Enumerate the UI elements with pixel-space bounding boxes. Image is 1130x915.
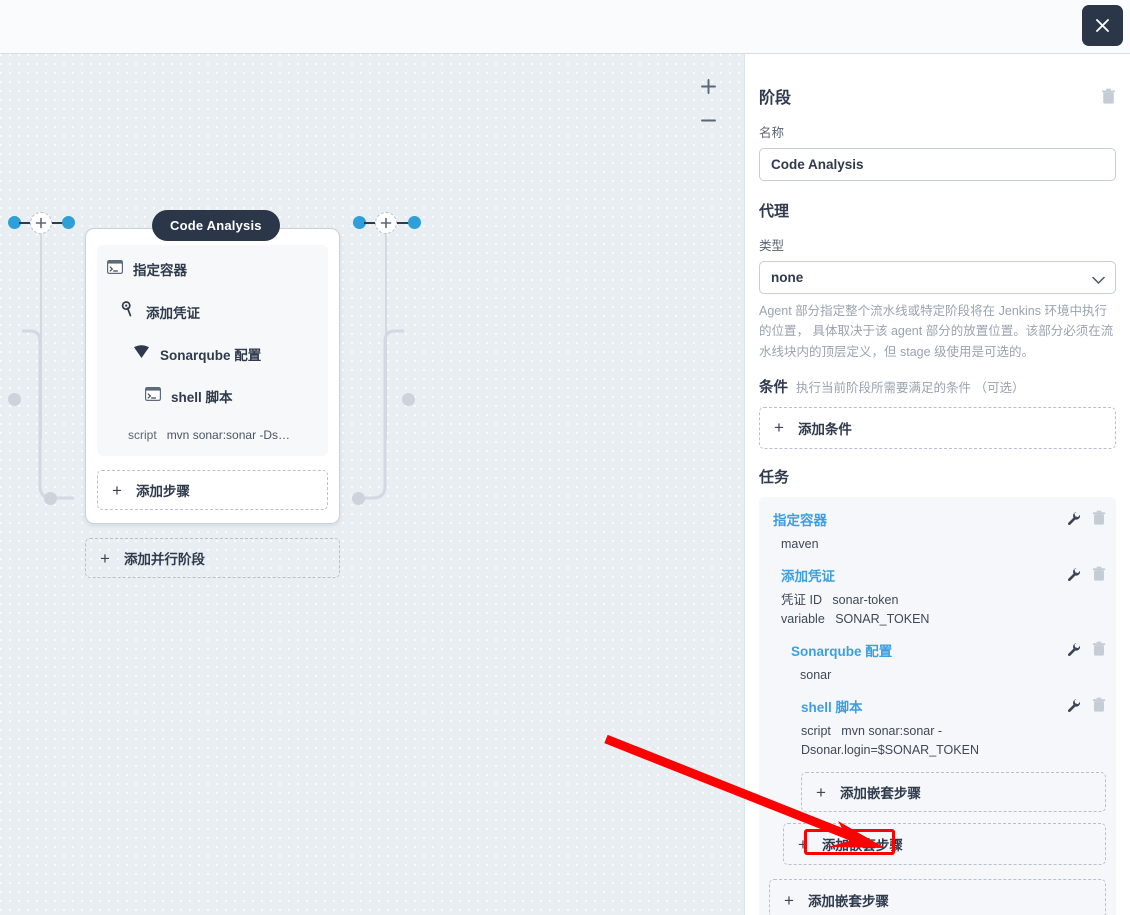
sonarqube-icon: [133, 344, 150, 364]
task-name-link[interactable]: 添加凭证: [781, 565, 835, 585]
parallel-dot-left[interactable]: [44, 492, 57, 505]
plus-icon: +: [784, 890, 794, 910]
plus-icon: +: [774, 418, 784, 438]
script-key: script: [128, 428, 157, 442]
parallel-dot-right[interactable]: [352, 492, 365, 505]
task-row: Sonarqube 配置 sonar: [773, 640, 1106, 685]
terminal-icon: [145, 386, 162, 406]
task-value-text: sonar-token: [832, 592, 899, 607]
top-bar: [0, 0, 1130, 54]
task-value-text: sonar: [800, 668, 832, 682]
step-script-line: script mvn sonar:sonar -Ds…: [107, 428, 318, 442]
trash-icon[interactable]: [1092, 566, 1106, 582]
task-name-link[interactable]: shell 脚本: [801, 696, 863, 716]
panel-header: 阶段: [759, 84, 1116, 108]
close-icon: [1094, 17, 1111, 34]
task-name-link[interactable]: 指定容器: [773, 509, 827, 529]
wrench-icon[interactable]: [1067, 642, 1081, 656]
key-icon: [121, 301, 136, 322]
type-field-label: 类型: [759, 239, 785, 253]
step-label: 指定容器: [133, 263, 187, 278]
stage-title-badge[interactable]: Code Analysis: [152, 210, 280, 241]
name-field-label: 名称: [759, 126, 785, 140]
task-actions: [1067, 640, 1106, 657]
task-value-key: 凭证 ID: [781, 592, 822, 607]
add-nested-step-label: 添加嵌套步骤: [839, 786, 921, 802]
branch-dot-right[interactable]: [402, 393, 415, 406]
delete-stage-button[interactable]: [1101, 88, 1116, 105]
wrench-icon[interactable]: [1067, 698, 1081, 712]
agent-help-text: Agent 部分指定整个流水线或特定阶段将在 Jenkins 环境中执行的位置，…: [759, 304, 1114, 359]
stage-card[interactable]: 指定容器 添加凭证 Sonarqube 配置 shell 脚本 script m…: [85, 228, 340, 524]
branch-dot-left[interactable]: [8, 393, 21, 406]
agent-type-value: none: [771, 270, 804, 285]
tasks-section-title: 任务: [759, 468, 790, 486]
close-button[interactable]: [1082, 5, 1123, 46]
wrench-icon[interactable]: [1067, 567, 1081, 581]
add-nested-step-button-level3[interactable]: + 添加嵌套步骤: [801, 772, 1106, 813]
trash-icon[interactable]: [1092, 510, 1106, 526]
step-item-container[interactable]: 指定容器: [107, 259, 318, 279]
step-item-sonarqube[interactable]: Sonarqube 配置: [107, 344, 318, 364]
tasks-list: 指定容器 maven 添加凭证 凭证 ID sonar-token variab…: [759, 496, 1116, 915]
add-parallel-stage-button[interactable]: + 添加并行阶段: [85, 538, 340, 578]
task-value-text: SONAR_TOKEN: [835, 612, 930, 627]
add-nested-step-label: 添加嵌套步骤: [807, 894, 889, 910]
script-value: mvn sonar:sonar -Ds…: [166, 428, 291, 442]
plus-icon: +: [816, 782, 826, 802]
condition-title: 条件: [759, 379, 788, 396]
step-label: Sonarqube 配置: [160, 348, 262, 363]
add-parallel-stage-label: 添加并行阶段: [123, 552, 205, 567]
stage-steps-list: 指定容器 添加凭证 Sonarqube 配置 shell 脚本 script m…: [97, 245, 328, 456]
agent-type-select[interactable]: none: [759, 261, 1116, 294]
condition-hint: 执行当前阶段所需要满足的条件 （可选）: [796, 380, 1025, 395]
task-header: 指定容器: [773, 509, 1106, 529]
task-row: 添加凭证 凭证 ID sonar-token variable SONAR_TO…: [773, 565, 1106, 630]
add-step-button-canvas[interactable]: + 添加步骤: [97, 470, 328, 510]
task-header: 添加凭证: [781, 565, 1106, 585]
task-value-text: maven: [781, 536, 819, 551]
task-name-link[interactable]: Sonarqube 配置: [791, 640, 892, 660]
panel-title: 阶段: [759, 90, 792, 107]
plus-icon: +: [100, 548, 110, 568]
pipeline-canvas[interactable]: Code Analysis 指定容器 添加凭证 Sonarqube 配置 she…: [0, 54, 744, 915]
task-value: script mvn sonar:sonar -Dsonar.login=$SO…: [801, 722, 1106, 760]
stage-name-input[interactable]: [759, 148, 1116, 181]
add-nested-step-button-level2[interactable]: + 添加嵌套步骤: [783, 823, 1106, 866]
task-actions: [1067, 509, 1106, 526]
agent-section-title: 代理: [759, 203, 790, 220]
plus-icon: +: [798, 834, 808, 854]
task-row: shell 脚本 script mvn sonar:sonar -Dsonar.…: [773, 696, 1106, 813]
terminal-icon: [107, 259, 124, 279]
agent-type-select-wrapper: none: [759, 261, 1116, 294]
task-value: sonar: [791, 666, 1106, 685]
task-value-key: script: [801, 723, 831, 738]
trash-icon[interactable]: [1092, 641, 1106, 657]
task-actions: [1067, 696, 1106, 713]
trash-icon[interactable]: [1092, 697, 1106, 713]
task-header: Sonarqube 配置: [791, 640, 1106, 660]
task-value: 凭证 ID sonar-token: [781, 591, 1106, 610]
step-label: shell 脚本: [171, 390, 233, 405]
task-value-key: variable: [781, 612, 825, 627]
task-header: shell 脚本: [801, 696, 1106, 716]
step-label: 添加凭证: [146, 305, 200, 321]
add-condition-button[interactable]: + 添加条件: [759, 406, 1116, 449]
add-nested-step-label: 添加嵌套步骤: [821, 838, 903, 854]
task-actions: [1067, 565, 1106, 582]
task-value: variable SONAR_TOKEN: [781, 610, 1106, 629]
step-item-shell[interactable]: shell 脚本: [107, 386, 318, 406]
step-item-credential[interactable]: 添加凭证: [107, 301, 318, 322]
task-value: maven: [773, 535, 1106, 554]
add-step-label: 添加步骤: [135, 484, 190, 499]
plus-icon: +: [112, 480, 122, 500]
add-condition-label: 添加条件: [797, 421, 852, 437]
add-parallel-stage-wrapper: + 添加并行阶段: [85, 538, 340, 578]
wrench-icon[interactable]: [1067, 511, 1081, 525]
stage-properties-panel: 阶段 名称 代理 类型 none Agent 部分指定整个流水线或特定阶段将在 …: [744, 54, 1130, 915]
condition-section-header: 条件 执行当前阶段所需要满足的条件 （可选）: [759, 376, 1116, 397]
task-row: 指定容器 maven: [773, 509, 1106, 554]
add-nested-step-button-level1[interactable]: + 添加嵌套步骤: [769, 879, 1106, 915]
